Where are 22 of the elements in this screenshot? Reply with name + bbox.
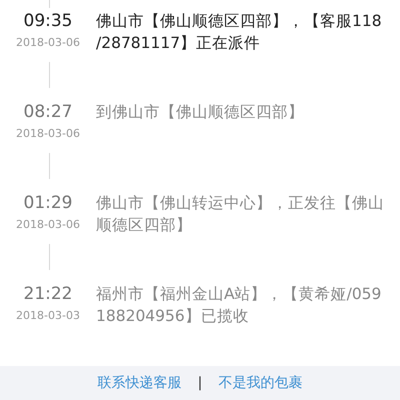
event-date: 2018-03-06 — [16, 217, 80, 233]
timeline-connector — [49, 0, 50, 8]
event-description: 佛山市【佛山转运中心】，正发往【佛山 — [96, 193, 384, 214]
not-my-package-link[interactable]: 不是我的包裹 — [218, 374, 302, 392]
event-date: 2018-03-03 — [16, 308, 80, 324]
timeline-connector — [49, 153, 50, 179]
separator-text: | — [198, 375, 202, 391]
contact-courier-link[interactable]: 联系快递客服 — [98, 374, 182, 392]
event-time: 21:22 — [24, 283, 72, 305]
event-time: 01:29 — [24, 192, 72, 214]
event-description: 福州市【福州金山A站】，【黄希娅/059 — [96, 284, 382, 305]
event-description: 佛山市【佛山顺德区四部】，【客服118 — [96, 11, 382, 32]
event-date: 2018-03-06 — [16, 35, 80, 51]
event-time: 09:35 — [24, 10, 72, 32]
event-description: 顺德区四部】 — [96, 215, 193, 236]
timeline-connector — [49, 62, 50, 88]
event-description: /28781117】正在派件 — [96, 33, 262, 54]
timeline-connector — [49, 244, 50, 270]
event-description: 到佛山市【佛山顺德区四部】 — [96, 102, 304, 123]
event-date: 2018-03-06 — [16, 126, 80, 142]
event-description: 188204956】已揽收 — [96, 306, 250, 327]
event-time: 08:27 — [24, 101, 72, 123]
